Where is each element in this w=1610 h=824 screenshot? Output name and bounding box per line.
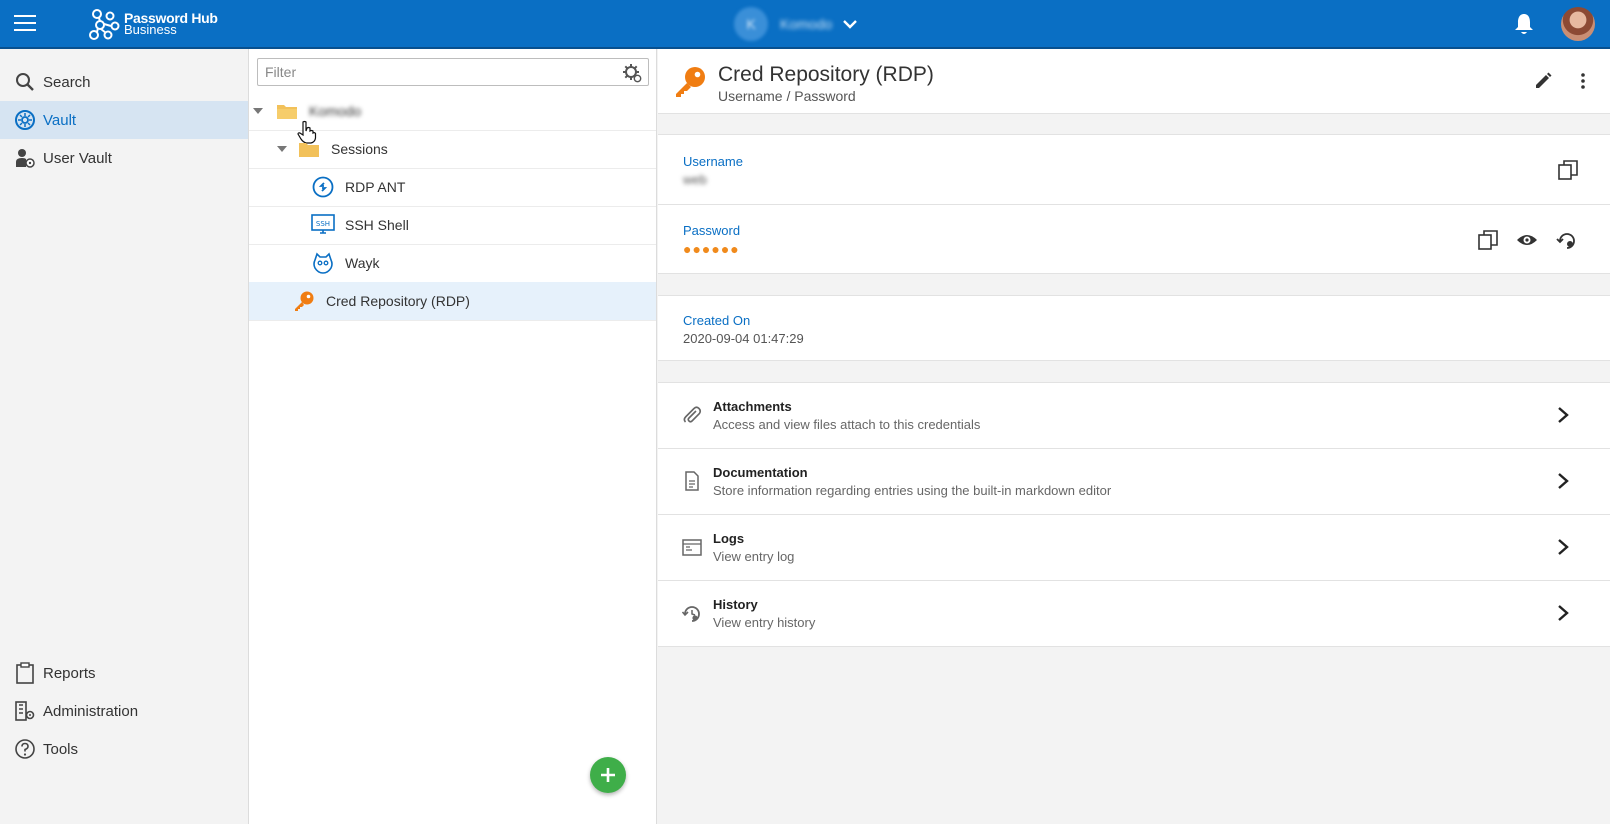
chevron-right-icon <box>1558 605 1569 621</box>
row-description: View entry history <box>713 615 816 630</box>
workspace-avatar: K <box>734 7 768 41</box>
username-label: Username <box>683 154 743 169</box>
created-on-card: Created On 2020-09-04 01:47:29 <box>658 295 1610 361</box>
created-on-label: Created On <box>683 313 751 328</box>
sidebar-item-reports[interactable]: Reports <box>0 654 248 692</box>
sidebar: Search Vault User Vault Reports Administ… <box>0 49 249 824</box>
filter-input[interactable] <box>265 64 615 80</box>
pencil-icon[interactable] <box>1533 71 1553 91</box>
chevron-down-icon <box>843 20 858 29</box>
sidebar-item-search[interactable]: Search <box>0 63 248 101</box>
entry-subtitle: Username / Password <box>718 88 856 104</box>
folder-icon <box>277 105 297 119</box>
copy-password-icon[interactable] <box>1477 229 1499 251</box>
folder-icon <box>299 143 319 157</box>
tree-row-label: Cred Repository (RDP) <box>326 293 470 309</box>
sidebar-item-label: Vault <box>43 111 77 129</box>
row-title: History <box>713 597 758 612</box>
svg-text:SSH: SSH <box>316 220 330 228</box>
bell-icon[interactable] <box>1513 12 1535 36</box>
tree-row-label: RDP ANT <box>345 179 406 195</box>
top-bar: Password Hub Business K Komodo <box>0 0 1610 49</box>
divider <box>658 204 1610 205</box>
tree-row-wayk[interactable]: Wayk <box>249 244 656 283</box>
sidebar-item-label: Tools <box>43 740 79 758</box>
log-icon <box>682 539 702 556</box>
tree-row-label: SSH Shell <box>345 217 409 233</box>
sidebar-item-label: Search <box>43 73 91 91</box>
tree-row-ssh-shell[interactable]: SSH SSH Shell <box>249 206 656 245</box>
caret-down-icon[interactable] <box>253 108 263 114</box>
row-description: Access and view files attach to this cre… <box>713 417 981 432</box>
password-label: Password <box>683 223 741 238</box>
user-avatar[interactable] <box>1561 7 1595 41</box>
tree-row-label: Komodo <box>309 103 362 119</box>
building-gear-icon <box>14 700 36 722</box>
user-vault-icon <box>14 147 36 169</box>
key-icon <box>676 67 705 97</box>
sidebar-item-label: User Vault <box>43 149 112 167</box>
hamburger-icon[interactable] <box>14 15 36 32</box>
copy-username-icon[interactable] <box>1557 159 1579 181</box>
entry-title: Cred Repository (RDP) <box>718 63 934 86</box>
tree-row-label: Sessions <box>331 141 388 157</box>
tree-panel: Komodo Sessions RDP ANT SSH SSH Shell Wa… <box>249 49 657 824</box>
tree-row-sessions[interactable]: Sessions <box>249 130 656 169</box>
tree-row-rdp-ant[interactable]: RDP ANT <box>249 168 656 207</box>
sidebar-item-vault[interactable]: Vault <box>0 101 248 139</box>
row-title: Logs <box>713 531 745 546</box>
more-vertical-icon[interactable] <box>1573 71 1593 91</box>
rdp-icon <box>312 176 334 198</box>
history-icon <box>682 606 700 622</box>
username-value[interactable]: web <box>683 172 707 187</box>
sidebar-item-label: Reports <box>43 664 96 682</box>
chevron-right-icon <box>1558 539 1569 555</box>
tree-row-cred-repository[interactable]: Cred Repository (RDP) <box>249 282 656 321</box>
key-icon <box>295 291 314 311</box>
gear-icon[interactable] <box>622 63 642 83</box>
row-title: Documentation <box>713 465 808 480</box>
detail-panel: Cred Repository (RDP) Username / Passwor… <box>658 49 1610 824</box>
logo-text: Password Hub Business <box>124 11 218 36</box>
caret-down-icon[interactable] <box>277 146 287 152</box>
logs-row[interactable]: Logs View entry log <box>658 515 1610 581</box>
sidebar-item-administration[interactable]: Administration <box>0 692 248 730</box>
attachments-row[interactable]: Attachments Access and view files attach… <box>658 383 1610 449</box>
vault-icon <box>14 109 36 131</box>
detail-header: Cred Repository (RDP) Username / Passwor… <box>658 49 1610 114</box>
document-icon <box>685 471 699 491</box>
workspace-name: Komodo <box>780 16 833 32</box>
row-description: Store information regarding entries usin… <box>713 483 1112 498</box>
workspace-selector[interactable]: K Komodo <box>734 7 858 41</box>
history-row[interactable]: History View entry history <box>658 581 1610 647</box>
filter-box <box>257 58 649 86</box>
chevron-right-icon <box>1558 407 1569 423</box>
clipboard-icon <box>14 662 36 684</box>
help-circle-icon <box>14 738 36 760</box>
search-icon <box>14 71 36 93</box>
password-value[interactable]: ●●●●●● <box>683 241 740 257</box>
tree-row-label: Wayk <box>345 255 380 271</box>
app-logo[interactable]: Password Hub Business <box>88 6 218 42</box>
sections-card: Attachments Access and view files attach… <box>658 382 1610 647</box>
wayk-icon <box>313 252 333 274</box>
created-on-value: 2020-09-04 01:47:29 <box>683 331 804 346</box>
sidebar-item-user-vault[interactable]: User Vault <box>0 139 248 177</box>
ssh-icon: SSH <box>311 214 335 234</box>
documentation-row[interactable]: Documentation Store information regardin… <box>658 449 1610 515</box>
chevron-right-icon <box>1558 473 1569 489</box>
sidebar-item-label: Administration <box>43 702 139 720</box>
row-title: Attachments <box>713 399 792 414</box>
credentials-card: Username web Password ●●●●●● <box>658 134 1610 274</box>
eye-icon[interactable] <box>1516 229 1538 251</box>
logo-icon <box>89 9 120 40</box>
add-entry-button[interactable] <box>590 757 626 793</box>
row-description: View entry log <box>713 549 795 564</box>
sidebar-item-tools[interactable]: Tools <box>0 730 248 768</box>
plus-icon <box>601 768 615 782</box>
password-history-icon[interactable] <box>1556 229 1578 251</box>
paperclip-icon <box>683 406 702 423</box>
